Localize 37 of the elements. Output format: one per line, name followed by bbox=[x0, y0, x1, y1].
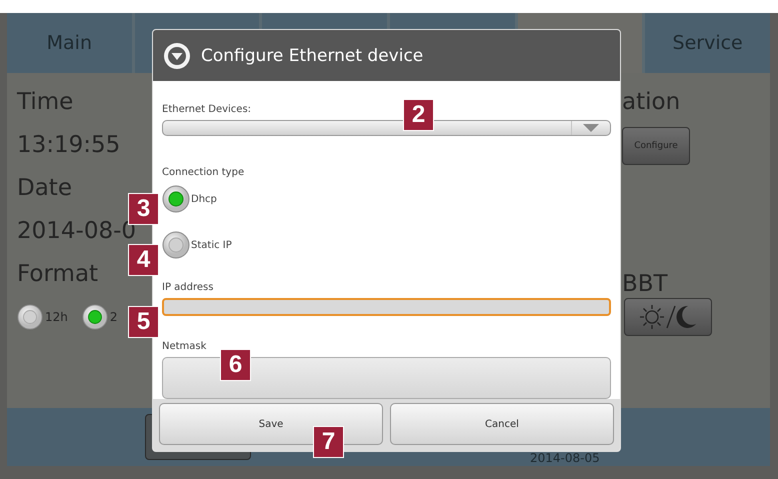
ip-address-field[interactable] bbox=[162, 298, 611, 316]
dialog-title: Configure Ethernet device bbox=[201, 46, 424, 66]
dropdown-arrow-icon bbox=[583, 124, 599, 132]
callout-number: 5 bbox=[128, 306, 159, 338]
time-value: 13:19:55 bbox=[17, 132, 122, 160]
bbt-label: BBT bbox=[622, 271, 669, 297]
tab[interactable]: Main bbox=[7, 13, 132, 73]
configure-button[interactable]: Configure bbox=[622, 127, 690, 165]
time-label: Time bbox=[17, 89, 74, 117]
field-label: Netmask bbox=[162, 340, 206, 354]
netmask-field[interactable] bbox=[162, 357, 611, 399]
date-text: 2014-08-05 bbox=[530, 452, 600, 465]
callout-number: 7 bbox=[313, 426, 344, 458]
callout-number: 4 bbox=[128, 244, 159, 276]
section-heading: ation bbox=[622, 89, 682, 115]
callout-number: 3 bbox=[128, 193, 159, 225]
sun-moon-icon bbox=[638, 302, 698, 332]
radio-button[interactable] bbox=[162, 231, 190, 260]
field-label: Ethernet Devices: bbox=[162, 103, 252, 117]
day-night-button[interactable] bbox=[624, 298, 712, 336]
devices-dropdown[interactable] bbox=[162, 120, 611, 136]
callout-number: 6 bbox=[220, 349, 251, 381]
field-label: IP address bbox=[162, 281, 214, 296]
date-label: Date bbox=[17, 175, 73, 203]
radio-label: 12h bbox=[45, 310, 68, 324]
radio-button[interactable] bbox=[162, 185, 190, 214]
radio-label: Static IP bbox=[191, 240, 232, 251]
dialog-button[interactable]: Cancel bbox=[390, 403, 614, 445]
radio-label: 2 bbox=[110, 310, 118, 324]
radio-label: Dhcp bbox=[191, 194, 217, 205]
tab[interactable]: Service bbox=[645, 13, 770, 73]
collapse-icon[interactable] bbox=[163, 42, 191, 70]
callout-number: 2 bbox=[403, 99, 434, 131]
format-label: Format bbox=[17, 261, 100, 289]
radio-button[interactable] bbox=[17, 304, 43, 330]
radio-button[interactable] bbox=[82, 304, 108, 330]
field-label: Connection type bbox=[162, 166, 244, 180]
